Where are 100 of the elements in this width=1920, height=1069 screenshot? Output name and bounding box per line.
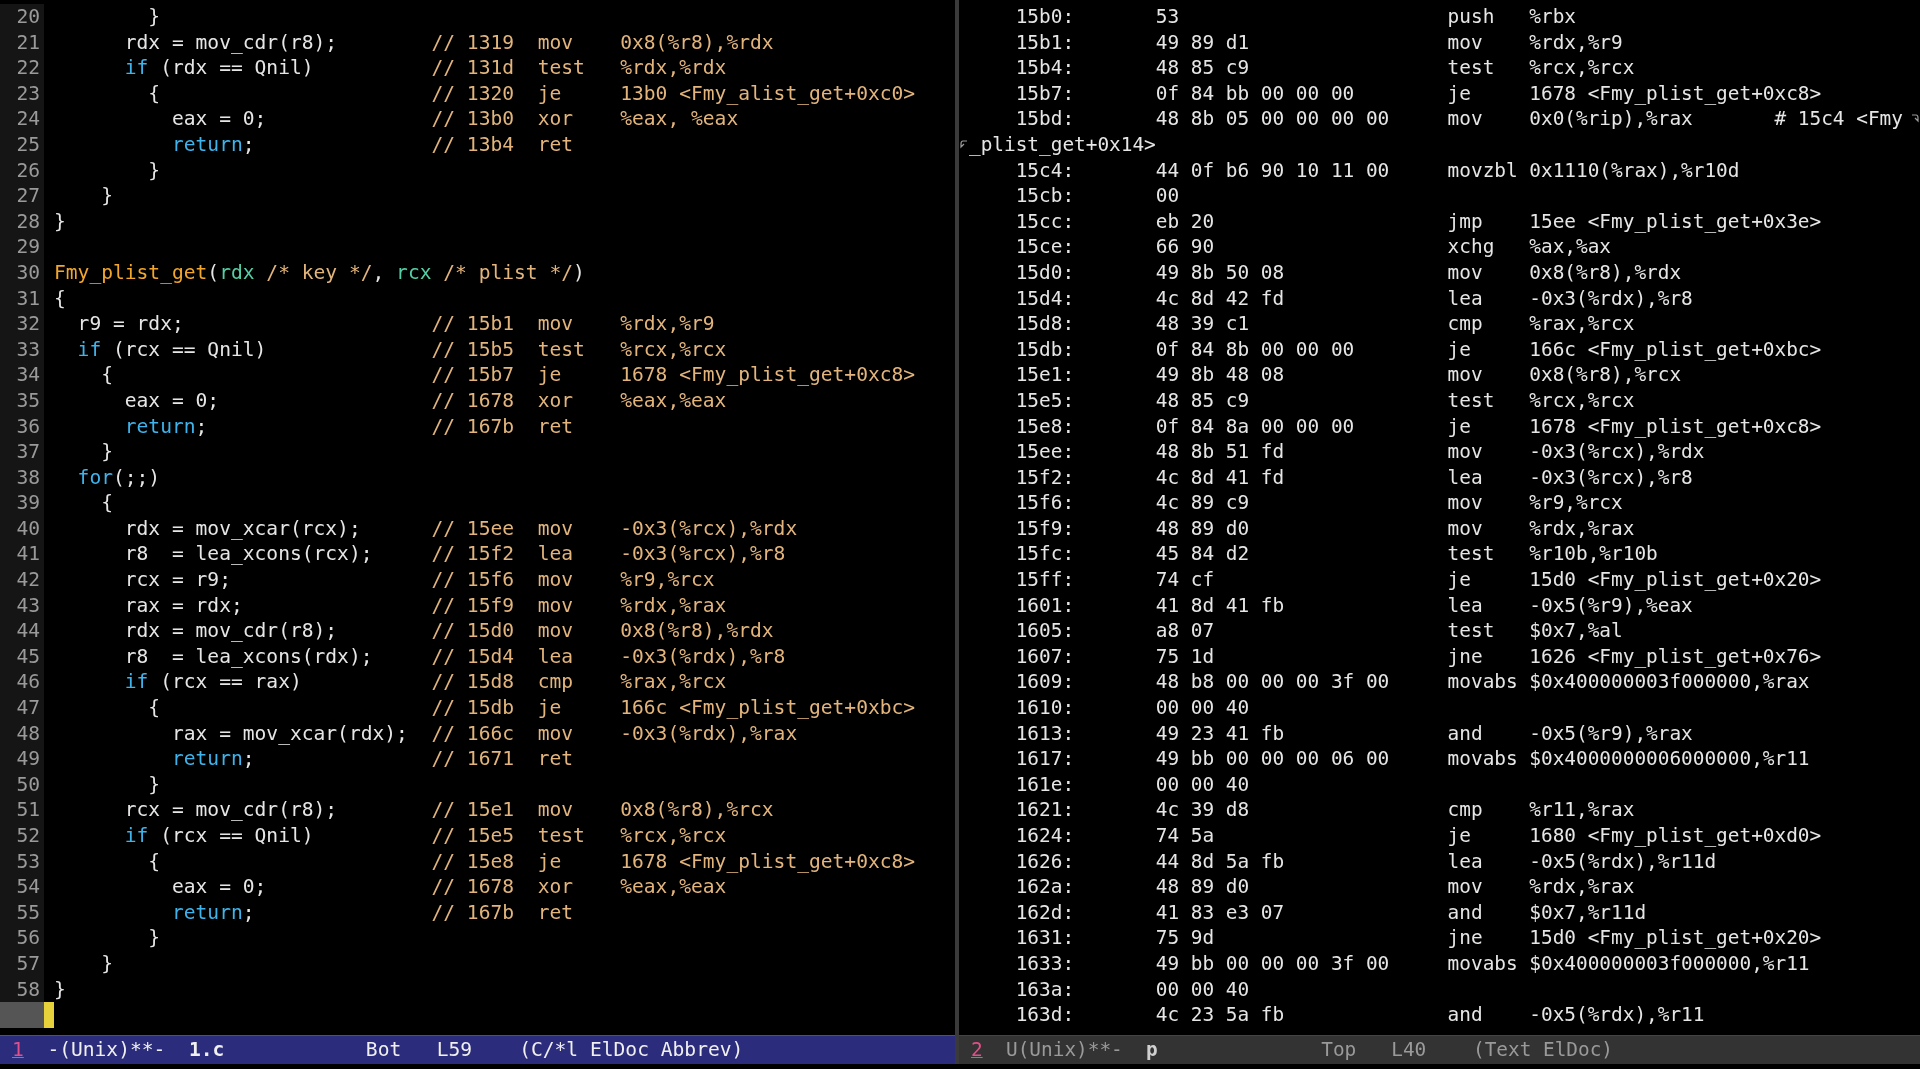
line-number: L59 — [436, 1037, 473, 1063]
mnemonic: mov — [1447, 259, 1484, 286]
code-text: if — [123, 670, 149, 694]
address: 15d0: — [1014, 259, 1076, 286]
line-number: 43 — [0, 592, 44, 619]
opcode-bytes: 4c 23 5a fb — [1155, 1002, 1286, 1028]
mnemonic: movabs — [1447, 669, 1519, 696]
code-comment: // 15e5 test %rcx,%rcx — [431, 823, 727, 849]
address: 1633: — [1014, 950, 1076, 977]
mnemonic: and — [1447, 720, 1484, 747]
code-comment: // 1678 xor %eax,%eax — [431, 874, 727, 900]
address: 15e8: — [1014, 413, 1076, 440]
operands: -0x5(%rdx),%r11d — [1529, 848, 1717, 875]
operands: 0x8(%r8),%rdx — [1529, 259, 1682, 286]
code-text: ; — [242, 132, 255, 156]
line-number: 23 — [0, 80, 44, 107]
opcode-bytes: 41 8d 41 fb — [1155, 592, 1286, 619]
operands: 1626 <Fmy_plist_get+0x76> — [1529, 643, 1822, 670]
line-number: 35 — [0, 387, 44, 414]
address: 15e5: — [1014, 387, 1076, 414]
operands: 166c <Fmy_plist_get+0xbc> — [1529, 336, 1822, 363]
mnemonic: je — [1447, 567, 1472, 593]
code-comment: // 15b5 test %rcx,%rcx — [431, 336, 727, 363]
mnemonic: and — [1447, 1002, 1484, 1028]
line-number: L40 — [1391, 1037, 1428, 1063]
mnemonic: movabs — [1447, 950, 1519, 977]
code-comment: // 1671 ret — [431, 746, 574, 772]
code-comment: // 15d8 cmp %rax,%rcx — [431, 669, 727, 696]
address: 1610: — [1014, 695, 1076, 721]
address: 15f6: — [1014, 490, 1076, 516]
operands: %rbx — [1529, 4, 1577, 30]
address: 15bd: — [1014, 106, 1076, 132]
code-text: ; — [242, 900, 255, 924]
operands: -0x3(%rcx),%r8 — [1529, 464, 1693, 491]
window-number: 1 — [12, 1037, 25, 1063]
code-text: Fmy_plist_get — [54, 260, 208, 284]
mnemonic: je — [1447, 336, 1472, 363]
opcode-bytes: 49 bb 00 00 00 3f 00 — [1155, 950, 1391, 977]
mnemonic: lea — [1447, 848, 1484, 875]
code-comment: // 13b0 xor %eax, %eax — [431, 106, 739, 132]
address: 15d4: — [1014, 285, 1076, 312]
code-text: } — [54, 209, 66, 233]
line-number: 32 — [0, 311, 44, 337]
code-text: { — [100, 491, 113, 515]
code-text: } — [100, 951, 113, 975]
code-text: } — [147, 158, 161, 182]
asm-comment: # 15c4 <Fmy — [1774, 106, 1903, 132]
opcode-bytes: 0f 84 8a 00 00 00 — [1155, 413, 1356, 440]
code-comment: // 15f2 lea -0x3(%rcx),%r8 — [431, 541, 786, 568]
code-text: r8 = lea_xcons(rcx); — [123, 542, 373, 566]
line-number: 25 — [0, 131, 44, 158]
code-text: for — [76, 465, 113, 489]
mnemonic: mov — [1447, 362, 1484, 388]
mnemonic: movabs — [1447, 746, 1519, 772]
code-text: rcx = r9; — [123, 568, 231, 592]
operands: $0x400000003f000000,%r11 — [1529, 950, 1810, 977]
mnemonic: je — [1447, 80, 1472, 107]
line-number: 50 — [0, 771, 44, 798]
operands: -0x5(%r9),%rax — [1529, 720, 1693, 747]
code-text: return — [170, 747, 243, 771]
code-comment: // 15e8 je 1678 <Fmy_plist_get+0xc8> — [431, 848, 916, 875]
line-number: 39 — [0, 490, 44, 516]
operands: $0x7,%al — [1529, 618, 1623, 644]
mnemonic: test — [1447, 387, 1496, 414]
code-text: rdx = mov_cdr(r8); — [123, 619, 338, 643]
code-comment: // 15b7 je 1678 <Fmy_plist_get+0xc8> — [431, 362, 916, 388]
opcode-bytes: 00 00 40 — [1155, 695, 1251, 721]
line-number: 20 — [0, 4, 44, 30]
line-number: 30 — [0, 259, 44, 286]
code-text: ) — [573, 260, 585, 284]
major-mode: (Text ElDoc) — [1472, 1037, 1614, 1063]
code-text: ( — [207, 260, 220, 284]
code-text: r8 = lea_xcons(rdx); — [123, 644, 373, 668]
opcode-bytes: 49 89 d1 — [1155, 29, 1251, 56]
code-comment: // 15db je 166c <Fmy_plist_get+0xbc> — [431, 695, 916, 721]
line-number: 45 — [0, 643, 44, 670]
code-text: rdx = mov_xcar(rcx); — [123, 516, 361, 540]
code-text: if — [123, 56, 149, 80]
address: 15ee: — [1014, 439, 1076, 465]
opcode-bytes: 66 90 — [1155, 234, 1216, 260]
mnemonic: je — [1447, 413, 1472, 440]
mnemonic: test — [1447, 55, 1496, 81]
line-number: 22 — [0, 55, 44, 81]
opcode-bytes: 48 8b 05 00 00 00 00 — [1155, 106, 1391, 132]
address: 15cb: — [1014, 183, 1076, 209]
line-number: 54 — [0, 874, 44, 900]
operands: %r10b,%r10b — [1529, 541, 1658, 568]
operands: 1678 <Fmy_plist_get+0xc8> — [1529, 413, 1822, 440]
address: 1601: — [1014, 592, 1076, 619]
operands: 15d0 <Fmy_plist_get+0x20> — [1529, 567, 1822, 593]
opcode-bytes: 4c 8d 41 fd — [1155, 464, 1286, 491]
code-text: eax = 0; — [123, 388, 220, 412]
code-text: eax = 0; — [170, 107, 267, 131]
code-text: return — [170, 132, 243, 156]
code-text: (rcx == Qnil) — [159, 824, 314, 847]
code-text: if — [76, 337, 102, 361]
code-comment: // 15f9 mov %rdx,%rax — [431, 592, 727, 619]
code-comment: // 15ee mov -0x3(%rcx),%rdx — [431, 515, 798, 542]
opcode-bytes: 75 9d — [1155, 925, 1216, 951]
code-text: ; — [195, 414, 208, 438]
